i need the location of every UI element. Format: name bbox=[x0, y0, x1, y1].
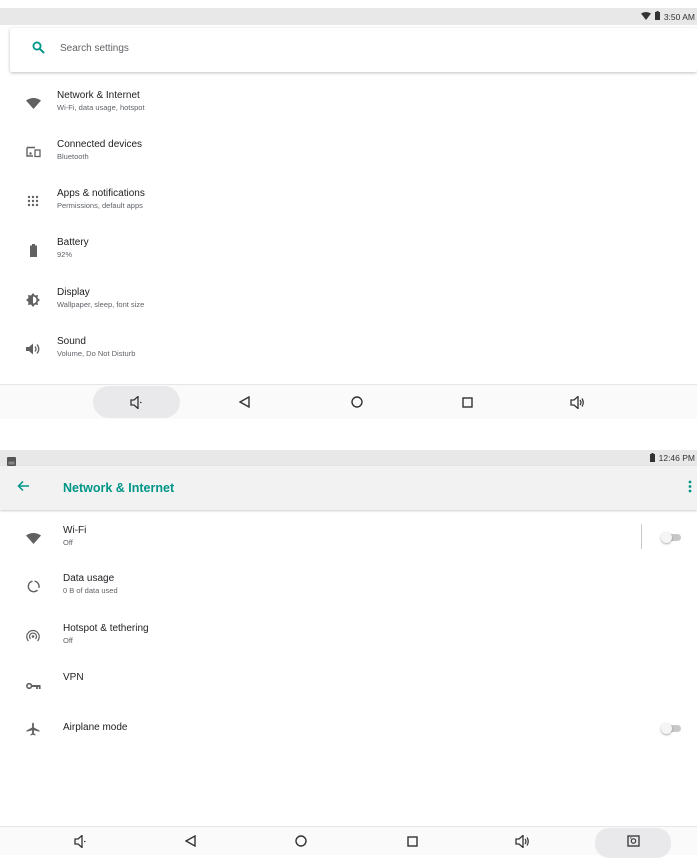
item-subtitle: Off bbox=[63, 538, 73, 547]
recents-button[interactable] bbox=[392, 827, 432, 855]
network-item-data-usage[interactable]: Data usage 0 B of data used bbox=[0, 573, 697, 615]
item-title: VPN bbox=[63, 672, 84, 683]
airplane-mode-toggle[interactable] bbox=[661, 723, 683, 734]
item-title: Wi-Fi bbox=[63, 525, 87, 536]
battery-status-icon bbox=[654, 11, 660, 22]
battery-status-icon bbox=[649, 452, 655, 464]
settings-item-network[interactable]: Network & Internet Wi-Fi, data usage, ho… bbox=[0, 90, 697, 132]
wifi-toggle[interactable] bbox=[661, 532, 683, 543]
status-icons: 3:50 AM bbox=[640, 8, 695, 25]
item-title: Connected devices bbox=[57, 139, 143, 150]
settings-item-display[interactable]: Display Wallpaper, sleep, font size bbox=[0, 287, 697, 329]
item-title: Sound bbox=[57, 336, 86, 347]
top-settings-screen: 3:50 AM Search settings Network & Intern… bbox=[0, 0, 697, 420]
item-subtitle: Permissions, default apps bbox=[57, 201, 143, 210]
network-internet-screen: 12:46 PM Network & Internet Wi-Fi Off Da… bbox=[0, 450, 697, 858]
recents-button[interactable] bbox=[447, 385, 487, 419]
item-subtitle: Off bbox=[63, 636, 73, 645]
search-icon bbox=[32, 41, 45, 59]
item-title: Hotspot & tethering bbox=[63, 623, 149, 634]
network-item-airplane-mode[interactable]: Airplane mode bbox=[0, 722, 697, 764]
item-subtitle: Wi-Fi, data usage, hotspot bbox=[57, 103, 145, 112]
toggle-divider bbox=[641, 524, 642, 549]
data-usage-icon bbox=[25, 578, 41, 594]
home-button[interactable] bbox=[337, 385, 377, 419]
volume-down-button[interactable] bbox=[116, 385, 156, 419]
status-bar: 3:50 AM bbox=[0, 8, 697, 25]
volume-down-button[interactable] bbox=[60, 827, 100, 855]
settings-item-sound[interactable]: Sound Volume, Do Not Disturb bbox=[0, 336, 697, 378]
status-bar: 12:46 PM bbox=[0, 450, 697, 466]
wifi-icon bbox=[25, 95, 41, 111]
navigation-bar bbox=[0, 826, 697, 858]
network-item-vpn[interactable]: VPN bbox=[0, 672, 697, 714]
settings-item-apps[interactable]: Apps & notifications Permissions, defaul… bbox=[0, 188, 697, 230]
item-title: Battery bbox=[57, 237, 89, 248]
wifi-icon bbox=[25, 530, 41, 546]
item-title: Display bbox=[57, 287, 90, 298]
airplane-icon bbox=[25, 721, 41, 737]
settings-item-connected-devices[interactable]: Connected devices Bluetooth bbox=[0, 139, 697, 181]
item-title: Airplane mode bbox=[63, 722, 128, 733]
status-time: 12:46 PM bbox=[658, 453, 695, 463]
app-bar: Network & Internet bbox=[0, 466, 697, 510]
item-subtitle: 92% bbox=[57, 250, 73, 259]
network-item-hotspot[interactable]: Hotspot & tethering Off bbox=[0, 623, 697, 665]
home-button[interactable] bbox=[281, 827, 321, 855]
search-bar[interactable]: Search settings bbox=[10, 28, 697, 72]
navigation-bar bbox=[0, 384, 697, 419]
status-time: 3:50 AM bbox=[663, 11, 695, 22]
back-button[interactable] bbox=[224, 385, 264, 419]
volume-icon bbox=[25, 341, 41, 357]
overflow-menu-icon[interactable] bbox=[688, 480, 692, 498]
battery-icon bbox=[25, 242, 41, 258]
settings-item-battery[interactable]: Battery 92% bbox=[0, 237, 697, 279]
devices-icon bbox=[25, 144, 41, 160]
apps-icon bbox=[25, 193, 41, 209]
back-button[interactable] bbox=[170, 827, 210, 855]
back-arrow-icon[interactable] bbox=[17, 479, 30, 497]
volume-up-button[interactable] bbox=[557, 385, 597, 419]
volume-up-button[interactable] bbox=[502, 827, 542, 855]
item-subtitle: Volume, Do Not Disturb bbox=[57, 349, 136, 358]
network-item-wifi[interactable]: Wi-Fi Off bbox=[0, 524, 697, 567]
search-placeholder: Search settings bbox=[60, 43, 129, 54]
item-title: Network & Internet bbox=[57, 90, 140, 101]
status-icons: 12:46 PM bbox=[649, 450, 695, 466]
brightness-icon bbox=[25, 292, 41, 308]
page-title: Network & Internet bbox=[63, 481, 175, 495]
item-title: Apps & notifications bbox=[57, 188, 145, 199]
item-title: Data usage bbox=[63, 573, 115, 584]
hotspot-icon bbox=[25, 628, 41, 644]
item-subtitle: Bluetooth bbox=[57, 152, 89, 161]
wifi-status-icon bbox=[640, 11, 651, 22]
item-subtitle: 0 B of data used bbox=[63, 586, 118, 595]
item-subtitle: Wallpaper, sleep, font size bbox=[57, 300, 145, 309]
vpn-key-icon bbox=[25, 678, 41, 694]
screenshot-button[interactable] bbox=[613, 827, 653, 855]
